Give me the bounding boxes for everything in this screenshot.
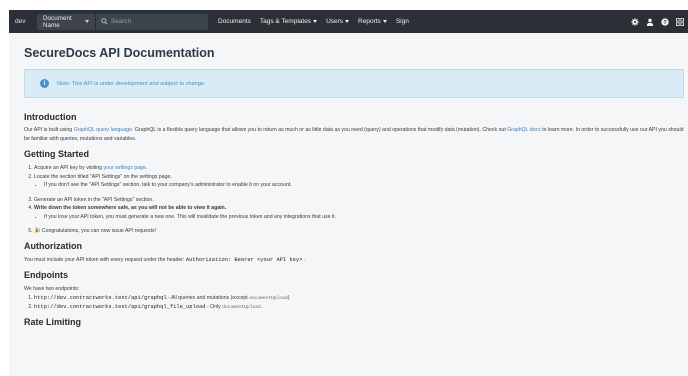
getting-started-steps: Acquire an API key by visiting your sett… <box>24 164 684 236</box>
rate-limiting-heading: Rate Limiting <box>24 316 82 327</box>
step-4-sublist: If you lose your API token, you must gen… <box>34 213 684 222</box>
user-icon[interactable] <box>646 18 654 26</box>
section-endpoints: Endpoints We have two endpoints: http://… <box>24 270 684 313</box>
section-authorization: Authorization You must include your API … <box>24 241 684 265</box>
menu-documents[interactable]: Documents <box>218 18 251 25</box>
main-menu: Documents Tags & Templates Users Reports… <box>218 18 418 25</box>
menu-tags-templates-label: Tags & Templates <box>259 18 312 25</box>
step-1-text: Acquire an API key by visiting <box>34 165 104 171</box>
intro-text-b: . GraphQL is a flexible query language t… <box>131 127 508 133</box>
endpoint-item: http://dev.contractworks.test/api/graphq… <box>34 294 684 304</box>
endpoint-desc-b: . <box>260 304 263 310</box>
endpoint-url: http://dev.contractworks.test/api/graphq… <box>34 304 206 310</box>
svg-text:?: ? <box>663 19 667 25</box>
step-2: Locate the section titled "API Settings"… <box>34 173 684 190</box>
authorization-text: You must include your API token with eve… <box>24 256 684 265</box>
endpoint-item: http://dev.contractworks.test/api/graphq… <box>34 303 684 313</box>
menu-users-label: Users <box>326 18 344 25</box>
introduction-text: Our API is built using GraphQL query lan… <box>24 126 684 143</box>
step-1: Acquire an API key by visiting your sett… <box>34 164 684 173</box>
search-input[interactable] <box>111 18 201 25</box>
menu-users[interactable]: Users <box>326 18 350 25</box>
search-scope-label: Document Name <box>43 14 72 29</box>
section-rate-limiting: Rate Limiting <box>24 317 684 327</box>
menu-sign[interactable]: Sign <box>396 18 409 25</box>
step-1-end: . <box>145 165 148 171</box>
endpoint-url: http://dev.contractworks.test/api/graphq… <box>34 294 167 301</box>
authorization-heading: Authorization <box>24 240 82 251</box>
nav-icon-group: ? <box>624 10 684 33</box>
step-2-subitem: If you don't see the "API Settings" sect… <box>44 181 684 190</box>
info-icon: i <box>40 79 49 88</box>
endpoints-intro: We have two endpoints: <box>24 286 80 292</box>
search-box[interactable] <box>96 13 208 30</box>
note-text: Note: This API is under development and … <box>57 80 206 87</box>
step-4-subitem: If you lose your API token, you must gen… <box>44 213 684 222</box>
settings-page-link[interactable]: your settings page <box>104 165 146 171</box>
endpoints-list: http://dev.contractworks.test/api/graphq… <box>24 294 684 313</box>
graphql-docs-link[interactable]: GraphQL docs <box>507 127 541 133</box>
section-introduction: Introduction Our API is built using Grap… <box>24 112 684 143</box>
grid-icon[interactable] <box>676 17 684 26</box>
chevron-down-icon <box>345 20 350 23</box>
getting-started-heading: Getting Started <box>24 149 90 159</box>
environment-label: dev <box>15 18 26 25</box>
menu-documents-label: Documents <box>218 18 251 25</box>
step-2-sublist: If you don't see the "API Settings" sect… <box>34 181 684 190</box>
search-group: Document Name <box>37 13 208 30</box>
section-getting-started: Getting Started Acquire an API key by vi… <box>24 149 684 236</box>
authorization-header-code: Authorization: Bearer <your API key> <box>185 256 303 263</box>
menu-tags-templates[interactable]: Tags & Templates <box>259 18 318 25</box>
endpoint-desc-a: - Only <box>205 304 223 310</box>
intro-text-a: Our API is built using <box>24 127 74 133</box>
page-title: SecureDocs API Documentation <box>24 46 215 60</box>
step-2-text: Locate the section titled "API Settings"… <box>34 173 172 180</box>
step-4-text: Write down the token somewhere safe, as … <box>34 205 227 211</box>
search-scope-dropdown[interactable]: Document Name <box>37 13 95 30</box>
step-3: Generate an API token in the "API Settin… <box>34 196 684 205</box>
chevron-down-icon <box>85 20 89 23</box>
endpoint-code: documentUpload <box>249 295 288 301</box>
app-window: dev Document Name Documents Tags & Templ… <box>9 10 688 376</box>
gear-icon[interactable] <box>631 17 639 26</box>
authorization-text-b: . <box>302 256 306 263</box>
menu-sign-label: Sign <box>395 18 409 25</box>
chevron-down-icon <box>382 20 387 23</box>
endpoint-desc-a: - All queries and mutations (except <box>166 294 250 301</box>
top-nav: dev Document Name Documents Tags & Templ… <box>9 10 688 33</box>
step-4: Write down the token somewhere safe, as … <box>34 204 684 221</box>
menu-reports[interactable]: Reports <box>358 18 387 25</box>
menu-reports-label: Reports <box>358 18 381 25</box>
authorization-text-a: You must include your API token with eve… <box>24 256 186 263</box>
introduction-heading: Introduction <box>24 112 77 122</box>
info-note: i Note: This API is under development an… <box>24 69 684 98</box>
step-5: 🎉 Congratulations, you can now issue API… <box>34 227 684 236</box>
help-icon[interactable]: ? <box>661 17 669 26</box>
search-icon <box>101 18 108 25</box>
main-content: SecureDocs API Documentation i Note: Thi… <box>24 33 684 327</box>
endpoint-code: documentUpload <box>222 305 261 310</box>
graphql-query-language-link[interactable]: GraphQL query language <box>74 127 132 133</box>
chevron-down-icon <box>313 20 318 23</box>
endpoints-heading: Endpoints <box>24 270 68 280</box>
endpoint-desc-b: ) <box>287 294 290 301</box>
